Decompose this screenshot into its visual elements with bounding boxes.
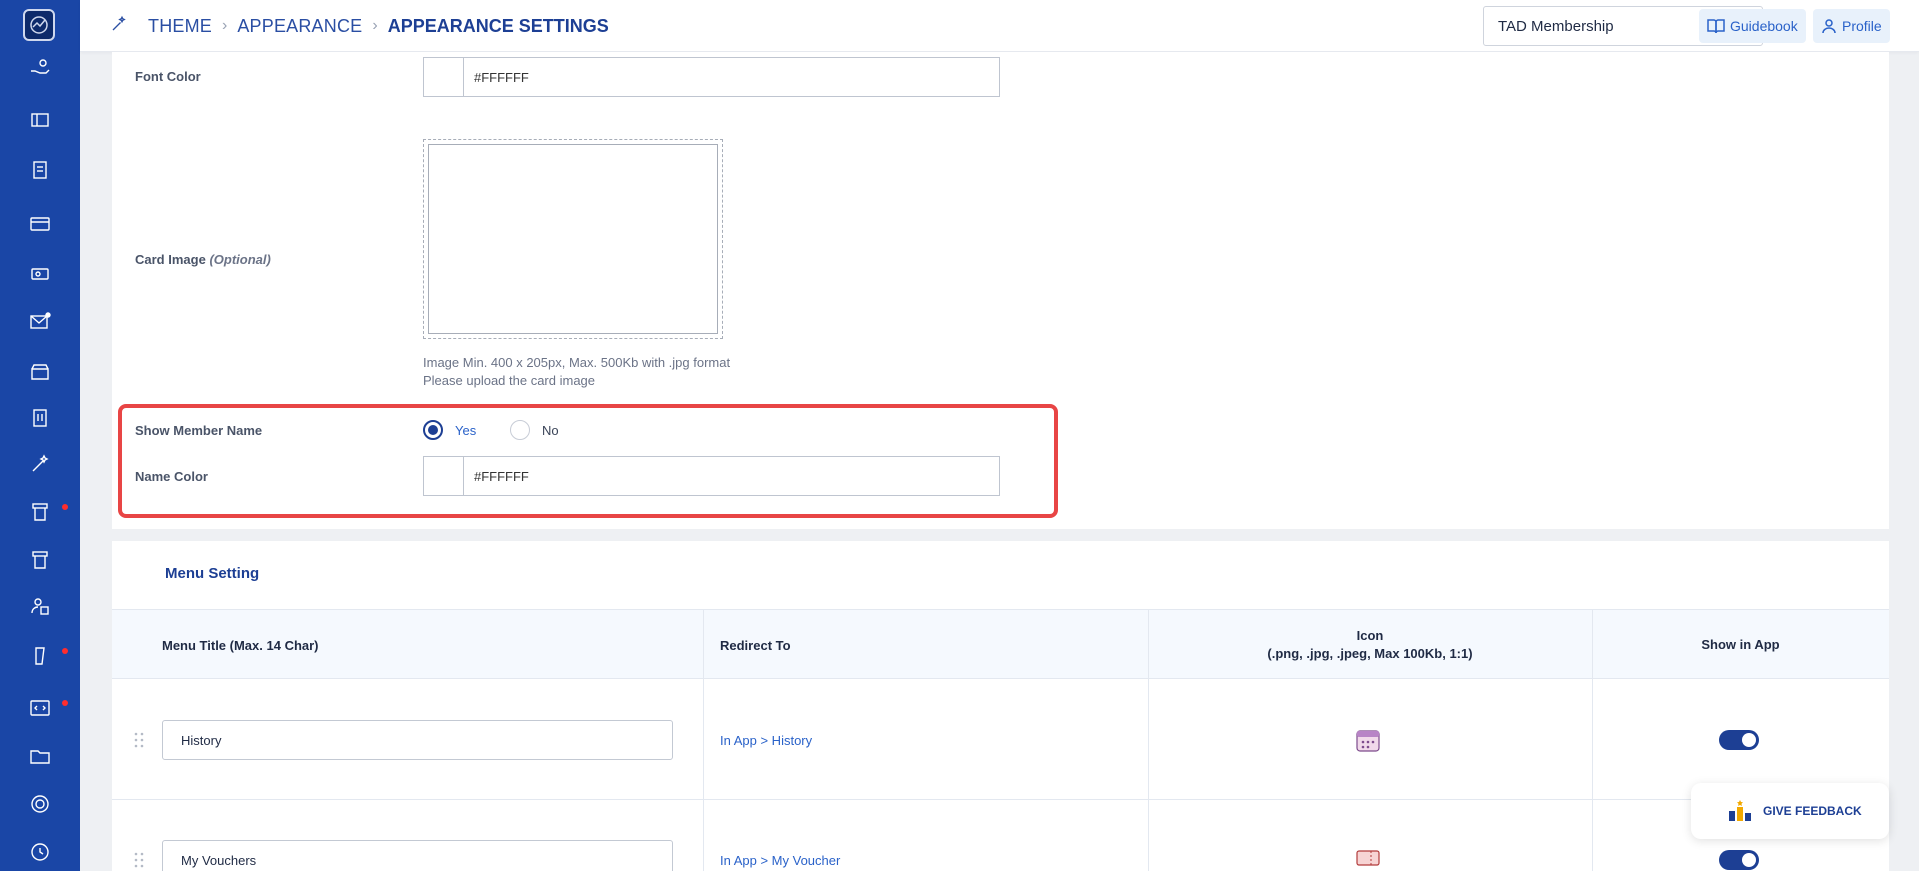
drag-handle-icon[interactable] [134,732,144,752]
menu-setting-card: Menu Setting Menu Title (Max. 14 Char) R… [112,541,1889,871]
magic-wand-icon [110,15,128,38]
topbar: THEME › APPEARANCE › APPEARANCE SETTINGS… [80,0,1919,52]
card-image-upload[interactable] [423,139,723,339]
image-hint-upload: Please upload the card image [423,373,596,388]
font-color-field: #FFFFFF [423,57,1000,97]
sidebar [0,0,80,871]
show-in-app-toggle[interactable] [1719,730,1759,750]
tag-icon[interactable] [0,636,80,676]
user-icon [1822,19,1836,34]
breadcrumb-theme[interactable]: THEME [148,16,212,37]
calendar-icon[interactable] [1355,727,1381,753]
profile-button[interactable]: Profile [1813,9,1890,43]
code-window-icon[interactable] [0,688,80,728]
chevron-right-icon: › [222,17,228,34]
card-image-preview [428,144,718,334]
header-redirect: Redirect To [720,637,791,653]
card-image-label: Card Image (Optional) [135,252,271,267]
card-image-label-text: Card Image [135,252,206,267]
feedback-icon [1729,800,1751,821]
redirect-link[interactable]: In App > My Voucher [720,853,840,868]
guidebook-label: Guidebook [1730,18,1798,34]
chevron-right-icon: › [372,17,378,34]
book-icon [1707,19,1725,34]
font-color-label: Font Color [135,69,201,84]
show-in-app-toggle[interactable] [1719,850,1759,870]
card-image-optional: (Optional) [209,252,271,267]
profile-label: Profile [1842,18,1882,34]
document-icon[interactable] [0,150,80,190]
drag-handle-icon[interactable] [134,852,144,871]
menu-title-input[interactable]: History [162,720,673,760]
font-color-input[interactable]: #FFFFFF [464,57,1000,97]
user-add-icon[interactable] [0,586,80,626]
mail-icon[interactable] [0,302,80,342]
folder-icon[interactable] [0,736,80,776]
cup-icon[interactable] [0,492,80,532]
menu-setting-title: Menu Setting [165,565,260,582]
menu-table-header: Menu Title (Max. 14 Char) Redirect To Ic… [112,609,1889,679]
redirect-link[interactable]: In App > History [720,733,812,748]
store-icon[interactable] [0,352,80,392]
give-feedback-label: GIVE FEEDBACK [1763,804,1862,818]
target-icon[interactable] [0,784,80,824]
breadcrumb-appearance[interactable]: APPEARANCE [237,16,362,37]
program-select-value: TAD Membership [1498,17,1614,35]
magic-wand-icon[interactable] [0,444,80,484]
table-row: History In App > History [112,680,1889,800]
menu-title-input[interactable]: My Vouchers [162,840,673,871]
header-icon-line2: (.png, .jpg, .jpeg, Max 100Kb, 1:1) [1267,646,1473,661]
table-row: My Vouchers In App > My Voucher [112,800,1889,871]
card-icon[interactable] [0,204,80,244]
cup-icon-2[interactable] [0,540,80,580]
voucher-icon[interactable] [0,254,80,294]
restaurant-icon[interactable] [0,398,80,438]
ticket-icon[interactable] [0,100,80,140]
header-menu-title: Menu Title (Max. 14 Char) [162,637,319,653]
header-icon: Icon (.png, .jpg, .jpeg, Max 100Kb, 1:1) [1148,610,1592,680]
image-hint-size: Image Min. 400 x 205px, Max. 500Kb with … [423,355,731,370]
breadcrumb-current: APPEARANCE SETTINGS [387,15,609,36]
app-logo[interactable] [23,9,55,41]
give-feedback-button[interactable]: GIVE FEEDBACK [1691,783,1889,839]
font-color-swatch[interactable] [423,57,464,97]
history-icon[interactable] [0,832,80,871]
header-icon-line1: Icon [1356,628,1384,643]
highlight-box [118,404,1058,518]
guidebook-button[interactable]: Guidebook [1699,9,1806,43]
breadcrumb: THEME › APPEARANCE › APPEARANCE SETTINGS [110,0,609,52]
header-show-in-app: Show in App [1701,637,1780,652]
hand-coin-icon[interactable] [0,48,80,88]
voucher-ticket-icon[interactable] [1355,845,1381,871]
